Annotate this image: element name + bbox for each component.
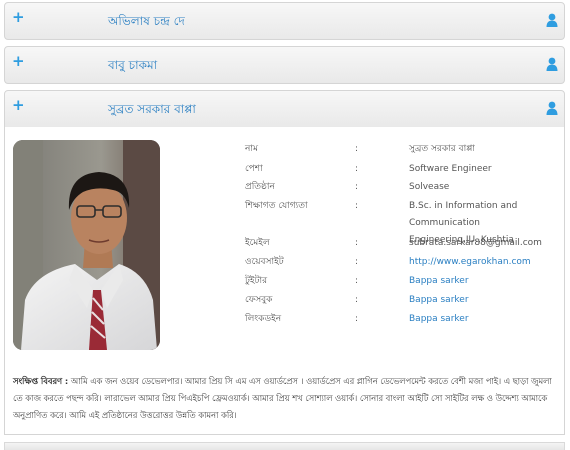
bio-text: আমি এক জন ওয়েব ডেভেলপার। আমার প্রিয় সি… (13, 376, 552, 420)
user-icon (546, 57, 558, 71)
accordion-header-3[interactable]: + সুব্রত সরকার বাপ্পা (4, 90, 565, 128)
linkedin-link[interactable]: Bappa sarker (409, 313, 559, 326)
field-colon: : (355, 238, 359, 248)
facebook-link[interactable]: Bappa sarker (409, 294, 559, 307)
field-colon: : (355, 201, 359, 211)
bio-label: সংক্ষিপ্ত বিবরণ : (13, 376, 69, 386)
user-icon (546, 101, 558, 115)
next-panel-edge (4, 442, 565, 450)
field-value: Software Engineer (409, 164, 492, 174)
user-icon (546, 13, 558, 27)
field-value: subrata.sarkar88@gmail.com (409, 238, 542, 248)
field-colon: : (355, 182, 359, 192)
panel-title[interactable]: সুব্রত সরকার বাপ্পা (108, 102, 196, 116)
profile-card: নাম : সুব্রত সরকার বাপ্পা পেশা : Softwar… (4, 127, 565, 435)
field-value: সুব্রত সরকার বাপ্পা (409, 144, 475, 154)
accordion-header-2[interactable]: + বাবু চাকমা (4, 46, 565, 84)
profile-photo (13, 140, 160, 350)
field-colon: : (355, 257, 359, 267)
field-colon: : (355, 314, 359, 324)
field-colon: : (355, 144, 359, 154)
panel-title[interactable]: বাবু চাকমা (108, 58, 157, 72)
field-colon: : (355, 295, 359, 305)
field-label: লিংকডইন (245, 314, 282, 324)
field-label: ওয়েবসাইট (245, 257, 284, 267)
field-label: ফেসবুক (245, 295, 273, 305)
plus-icon[interactable]: + (12, 10, 25, 25)
field-colon: : (355, 164, 359, 174)
field-label: প্রতিষ্ঠান (245, 182, 275, 192)
accordion-header-1[interactable]: + অভিলাষ চন্দ্র দে (4, 2, 565, 40)
plus-icon[interactable]: + (12, 98, 25, 113)
plus-icon[interactable]: + (12, 54, 25, 69)
field-label: নাম (245, 144, 258, 154)
panel-title[interactable]: অভিলাষ চন্দ্র দে (108, 14, 185, 28)
bio-section: সংক্ষিপ্ত বিবরণ : আমি এক জন ওয়েব ডেভেলপ… (13, 373, 558, 424)
field-label: টুইটার (245, 276, 268, 286)
website-link[interactable]: http://www.egarokhan.com (409, 256, 559, 269)
field-value: Solvease (409, 182, 450, 192)
field-colon: : (355, 276, 359, 286)
twitter-link[interactable]: Bappa sarker (409, 275, 559, 288)
field-label: পেশা (245, 164, 263, 174)
field-label: শিক্ষাগত যোগ্যতা (245, 201, 308, 211)
field-label: ইমেইল (245, 238, 270, 248)
